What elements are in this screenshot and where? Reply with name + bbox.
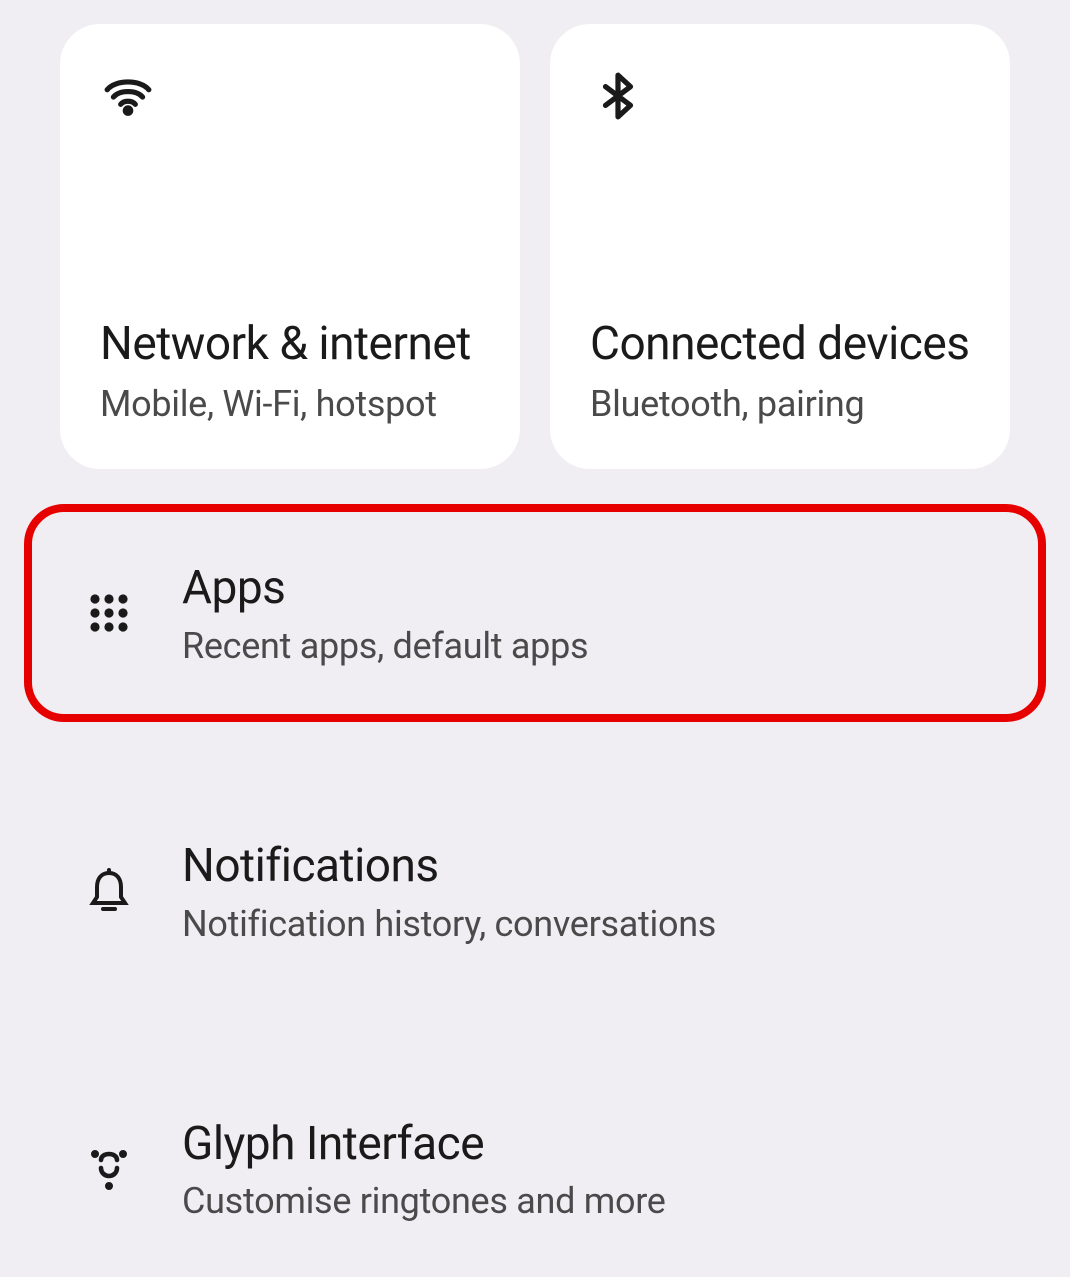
list-title: Apps xyxy=(182,559,588,619)
bluetooth-icon xyxy=(590,68,646,124)
list-subtitle: Recent apps, default apps xyxy=(182,625,588,667)
list-item-glyph-interface[interactable]: Glyph Interface Customise ringtones and … xyxy=(24,1060,1046,1277)
bell-icon xyxy=(84,866,134,916)
card-subtitle: Mobile, Wi-Fi, hotspot xyxy=(100,383,480,425)
glyph-icon xyxy=(84,1143,134,1193)
settings-top-cards: Network & internet Mobile, Wi-Fi, hotspo… xyxy=(0,0,1070,469)
list-title: Notifications xyxy=(182,837,716,897)
card-network-internet[interactable]: Network & internet Mobile, Wi-Fi, hotspo… xyxy=(60,24,520,469)
card-content: Network & internet Mobile, Wi-Fi, hotspo… xyxy=(100,316,480,426)
settings-list: Apps Recent apps, default apps Notificat… xyxy=(0,469,1070,1277)
wifi-icon xyxy=(100,68,156,124)
list-text: Apps Recent apps, default apps xyxy=(182,559,588,667)
apps-grid-icon xyxy=(84,588,134,638)
list-text: Glyph Interface Customise ringtones and … xyxy=(182,1115,666,1223)
list-text: Notifications Notification history, conv… xyxy=(182,837,716,945)
card-connected-devices[interactable]: Connected devices Bluetooth, pairing xyxy=(550,24,1010,469)
list-title: Glyph Interface xyxy=(182,1115,666,1175)
list-subtitle: Customise ringtones and more xyxy=(182,1180,666,1222)
list-item-notifications[interactable]: Notifications Notification history, conv… xyxy=(24,782,1046,1000)
list-item-apps[interactable]: Apps Recent apps, default apps xyxy=(24,504,1046,722)
card-content: Connected devices Bluetooth, pairing xyxy=(590,316,970,426)
card-title: Network & internet xyxy=(100,316,480,374)
list-subtitle: Notification history, conversations xyxy=(182,903,716,945)
card-subtitle: Bluetooth, pairing xyxy=(590,383,970,425)
card-title: Connected devices xyxy=(590,316,970,374)
